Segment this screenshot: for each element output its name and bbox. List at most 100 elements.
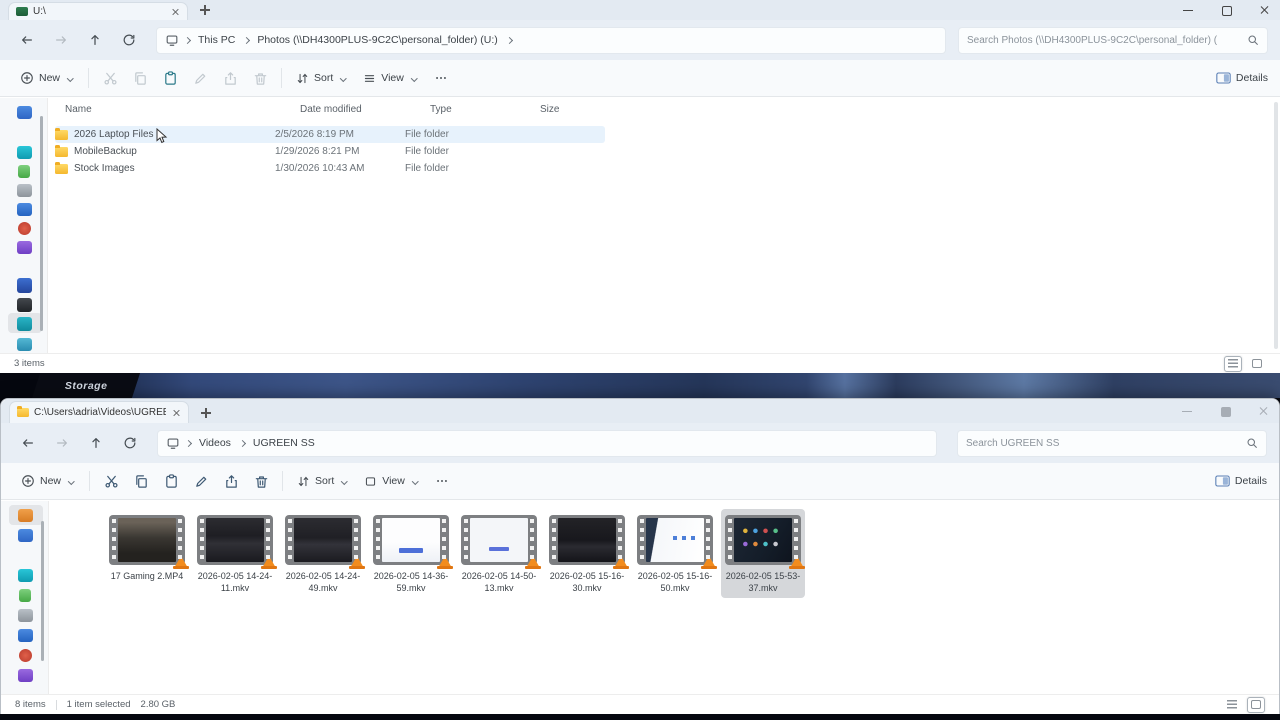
breadcrumb-this-pc[interactable]: This PC: [195, 32, 238, 48]
breadcrumb-videos[interactable]: Videos: [196, 435, 234, 451]
up-button[interactable]: [80, 27, 110, 53]
sidebar-onedrive-icon[interactable]: [18, 569, 33, 582]
paste-button[interactable]: [155, 65, 185, 91]
sidebar-network-icon[interactable]: [17, 338, 32, 351]
copy-button[interactable]: [125, 65, 155, 91]
tab-close-icon[interactable]: [170, 7, 180, 17]
sidebar-music-icon[interactable]: [18, 222, 31, 235]
address-bar[interactable]: Videos UGREEN SS: [157, 430, 937, 457]
tab-photos-drive[interactable]: U:\: [8, 2, 188, 20]
thumbnail-view-toggle[interactable]: [1247, 697, 1265, 713]
new-button[interactable]: New: [12, 66, 82, 90]
delete-button[interactable]: [246, 468, 276, 494]
sidebar-home-icon[interactable]: [18, 509, 33, 522]
sidebar-network-drive-icon[interactable]: [17, 317, 32, 331]
video-tile[interactable]: 2026-02-05 14-24-49.mkv: [281, 509, 365, 598]
back-button[interactable]: [13, 430, 43, 456]
column-name[interactable]: Name: [65, 104, 300, 115]
video-tile-selected[interactable]: 2026-02-05 15-53-37.mkv: [721, 509, 805, 598]
copy-button[interactable]: [126, 468, 156, 494]
sidebar-drive-d-icon[interactable]: [17, 298, 32, 312]
sidebar-gallery-icon[interactable]: [17, 184, 32, 197]
chevron-down-icon: [341, 478, 348, 485]
video-tile[interactable]: 2026-02-05 14-50-13.mkv: [457, 509, 541, 598]
video-tile[interactable]: 17 Gaming 2.MP4: [105, 509, 189, 598]
video-tile[interactable]: 2026-02-05 14-36-59.mkv: [369, 509, 453, 598]
sidebar-scrollbar[interactable]: [40, 116, 43, 331]
sort-button[interactable]: Sort: [289, 470, 356, 493]
share-button[interactable]: [215, 65, 245, 91]
video-tile[interactable]: 2026-02-05 15-16-50.mkv: [633, 509, 717, 598]
video-filename: 2026-02-05 15-53-37.mkv: [722, 570, 804, 594]
sidebar-documents-icon[interactable]: [18, 629, 33, 642]
details-view-toggle[interactable]: [1223, 697, 1241, 713]
sidebar-music-icon[interactable]: [19, 649, 32, 662]
new-button[interactable]: New: [13, 469, 83, 493]
sidebar-videos-icon[interactable]: [18, 669, 33, 682]
delete-button[interactable]: [245, 65, 275, 91]
video-thumbnail: [373, 515, 449, 565]
refresh-button[interactable]: [114, 27, 144, 53]
back-button[interactable]: [12, 27, 42, 53]
minimize-icon[interactable]: [1182, 4, 1194, 16]
sidebar-home-icon[interactable]: [17, 106, 32, 119]
view-button[interactable]: View: [356, 470, 427, 493]
tab-videos-folder[interactable]: C:\Users\adria\Videos\UGREE: [9, 401, 189, 423]
file-row[interactable]: MobileBackup 1/29/2026 8:21 PM File fold…: [55, 143, 605, 160]
search-input[interactable]: [966, 438, 1246, 449]
refresh-button[interactable]: [115, 430, 145, 456]
column-date-modified[interactable]: Date modified: [300, 104, 430, 115]
cut-button[interactable]: [95, 65, 125, 91]
sidebar-gallery-icon[interactable]: [18, 529, 33, 542]
search-input[interactable]: [967, 35, 1247, 46]
maximize-icon[interactable]: [1219, 405, 1231, 417]
sidebar-scrollbar[interactable]: [41, 521, 44, 661]
search-box[interactable]: [957, 430, 1267, 457]
details-view-toggle[interactable]: [1224, 356, 1242, 372]
sidebar-videos-icon[interactable]: [17, 241, 32, 254]
file-date: 1/29/2026 8:21 PM: [275, 146, 405, 157]
maximize-icon[interactable]: [1220, 4, 1232, 16]
thumbnail-view-toggle[interactable]: [1248, 356, 1266, 372]
forward-button[interactable]: [47, 430, 77, 456]
close-icon[interactable]: [1257, 405, 1269, 417]
rename-button[interactable]: [186, 468, 216, 494]
sort-button[interactable]: Sort: [288, 67, 355, 90]
file-row[interactable]: Stock Images 1/30/2026 10:43 AM File fol…: [55, 160, 605, 177]
column-size[interactable]: Size: [540, 104, 600, 115]
details-pane-button[interactable]: Details: [1216, 72, 1268, 84]
sidebar-drive-c-icon[interactable]: [17, 278, 32, 293]
cut-button[interactable]: [96, 468, 126, 494]
sidebar-documents-icon[interactable]: [17, 203, 32, 216]
sidebar-pictures-icon[interactable]: [18, 609, 33, 622]
view-toggles: [1224, 356, 1266, 372]
share-button[interactable]: [216, 468, 246, 494]
sidebar-onedrive-icon[interactable]: [17, 146, 32, 159]
close-icon[interactable]: [1258, 4, 1270, 16]
breadcrumb-current-folder[interactable]: UGREEN SS: [250, 435, 318, 451]
sort-button-label: Sort: [315, 475, 334, 487]
list-scrollbar[interactable]: [1274, 102, 1278, 349]
details-pane-button[interactable]: Details: [1215, 475, 1267, 487]
rename-button[interactable]: [185, 65, 215, 91]
minimize-icon[interactable]: [1181, 405, 1193, 417]
column-type[interactable]: Type: [430, 104, 540, 115]
new-tab-button[interactable]: [199, 406, 213, 420]
storage-window-title[interactable]: Storage: [32, 373, 140, 398]
breadcrumb-current-folder[interactable]: Photos (\\DH4300PLUS-9C2C\personal_folde…: [254, 32, 500, 48]
video-tile[interactable]: 2026-02-05 14-24-11.mkv: [193, 509, 277, 598]
view-button[interactable]: View: [355, 67, 426, 90]
paste-button[interactable]: [156, 468, 186, 494]
search-box[interactable]: [958, 27, 1268, 54]
more-options-button[interactable]: [426, 65, 456, 91]
forward-button[interactable]: [46, 27, 76, 53]
more-options-button[interactable]: [427, 468, 457, 494]
video-tile[interactable]: 2026-02-05 15-16-30.mkv: [545, 509, 629, 598]
sidebar-favorites-icon[interactable]: [18, 165, 30, 178]
tab-close-icon[interactable]: [171, 408, 181, 418]
sidebar-favorites-icon[interactable]: [19, 589, 31, 602]
file-row[interactable]: 2026 Laptop Files 2/5/2026 8:19 PM File …: [55, 126, 605, 143]
address-bar[interactable]: This PC Photos (\\DH4300PLUS-9C2C\person…: [156, 27, 946, 54]
up-button[interactable]: [81, 430, 111, 456]
new-tab-button[interactable]: [198, 3, 212, 17]
